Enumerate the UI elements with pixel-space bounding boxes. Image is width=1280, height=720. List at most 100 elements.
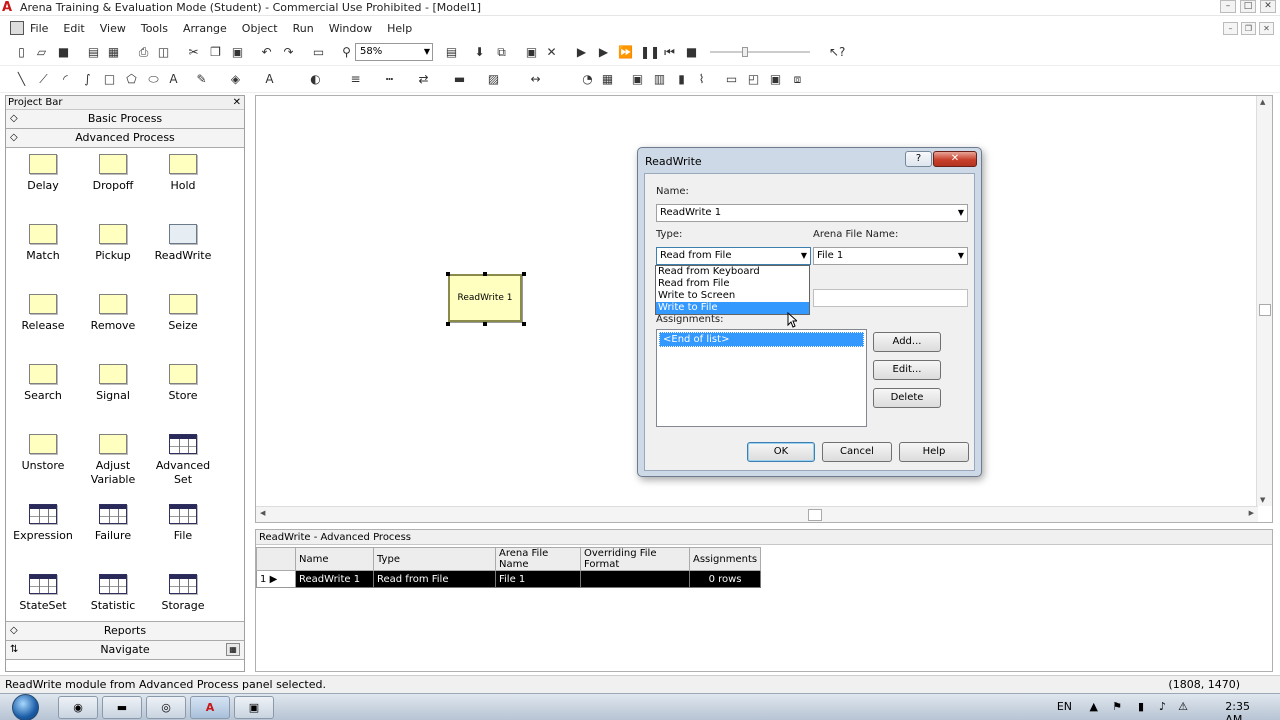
- ellipse-icon[interactable]: ⬭: [146, 72, 161, 87]
- zoom-select[interactable]: 58% ▼: [355, 43, 433, 61]
- connect-icon[interactable]: ⬇: [472, 45, 487, 60]
- route-icon[interactable]: ⧉: [494, 45, 509, 60]
- type-option-read-file[interactable]: Read from File: [656, 278, 809, 290]
- save-icon[interactable]: ■: [56, 45, 71, 60]
- type-combo[interactable]: Read from File ▼: [656, 247, 811, 265]
- list-item[interactable]: <End of list>: [659, 332, 864, 347]
- network-icon[interactable]: ⚑: [1112, 700, 1122, 713]
- module-dropoff[interactable]: Dropoff: [78, 154, 148, 193]
- line-style-icon[interactable]: ┅: [382, 72, 397, 87]
- calendar-icon[interactable]: ▦: [600, 72, 615, 87]
- start-button[interactable]: [6, 694, 46, 720]
- grid-icon[interactable]: ▦: [226, 643, 240, 656]
- mdi-restore-button[interactable]: ❐: [1241, 22, 1256, 35]
- module-pickup[interactable]: Pickup: [78, 224, 148, 263]
- box-icon[interactable]: □: [102, 72, 117, 87]
- column-header-name[interactable]: Name: [295, 547, 374, 571]
- menu-view[interactable]: View: [100, 22, 126, 35]
- module-expression[interactable]: Expression: [8, 504, 78, 543]
- step-icon[interactable]: ▶: [596, 45, 611, 60]
- assignments-list[interactable]: <End of list>: [656, 329, 867, 427]
- chevron-down-icon[interactable]: ▼: [801, 248, 807, 264]
- overriding-format-field[interactable]: [813, 289, 968, 307]
- animation-speed-slider[interactable]: [710, 47, 810, 57]
- clock-icon[interactable]: ◔: [580, 72, 595, 87]
- redo-icon[interactable]: ↷: [281, 45, 296, 60]
- transporter-icon[interactable]: ⧈: [790, 72, 805, 87]
- arena-taskbar-icon[interactable]: A: [190, 696, 230, 719]
- type-option-write-screen[interactable]: Write to Screen: [656, 290, 809, 302]
- polyline-icon[interactable]: ⟋: [36, 72, 51, 87]
- open-icon[interactable]: ▱: [34, 45, 49, 60]
- arrow-style-icon[interactable]: ⇄: [416, 72, 431, 87]
- security-icon[interactable]: ⚠: [1178, 700, 1188, 713]
- animate-connectors-icon[interactable]: ✕: [544, 45, 559, 60]
- module-storage[interactable]: Storage: [148, 574, 218, 613]
- resource-icon[interactable]: ◰: [746, 72, 761, 87]
- add-button[interactable]: Add...: [873, 332, 941, 352]
- template-attach-icon[interactable]: ▤: [86, 45, 101, 60]
- module-readwrite[interactable]: ReadWrite: [148, 224, 218, 263]
- menu-edit[interactable]: Edit: [63, 22, 84, 35]
- mdi-close-button[interactable]: ✕: [1259, 22, 1274, 35]
- module-statistic[interactable]: Statistic: [78, 574, 148, 613]
- menu-help[interactable]: Help: [387, 22, 412, 35]
- row-number[interactable]: 1 ▶: [256, 570, 296, 588]
- column-header-format[interactable]: Overriding File Format: [580, 547, 690, 571]
- column-header-file[interactable]: Arena File Name: [495, 547, 581, 571]
- panel-navigate[interactable]: ⇅ Navigate ▦: [6, 641, 244, 660]
- module-remove[interactable]: Remove: [78, 294, 148, 333]
- app-window-icon[interactable]: ▣: [234, 696, 274, 719]
- scroll-up-icon[interactable]: ▲: [1260, 98, 1265, 106]
- panel-advanced-process[interactable]: ◇ Advanced Process: [6, 129, 244, 148]
- layers-icon[interactable]: ▤: [444, 45, 459, 60]
- edit-button[interactable]: Edit...: [873, 360, 941, 380]
- cell-file[interactable]: File 1: [495, 570, 581, 588]
- battery-icon[interactable]: ▮: [1138, 700, 1144, 713]
- readwrite-module-shape[interactable]: ReadWrite 1: [448, 274, 522, 322]
- maximize-button[interactable]: □: [1240, 0, 1256, 13]
- explorer-icon[interactable]: ▬: [102, 696, 142, 719]
- plot-icon[interactable]: ⌇: [694, 72, 709, 87]
- show-dimensions-icon[interactable]: ↔: [528, 72, 543, 87]
- close-button[interactable]: ✕: [1260, 0, 1276, 13]
- fast-forward-icon[interactable]: ⏩: [618, 45, 633, 60]
- cut-icon[interactable]: ✂: [186, 45, 201, 60]
- scroll-down-icon[interactable]: ▼: [1260, 496, 1265, 504]
- delete-button[interactable]: Delete: [873, 388, 941, 408]
- module-unstore[interactable]: Unstore: [8, 434, 78, 473]
- histogram-icon[interactable]: ▮: [674, 72, 689, 87]
- selection-handle[interactable]: [446, 322, 450, 326]
- chevron-down-icon[interactable]: ▼: [958, 205, 964, 221]
- text-icon[interactable]: A: [166, 72, 181, 87]
- chevron-down-icon[interactable]: ▼: [958, 248, 964, 264]
- arena-file-name-combo[interactable]: File 1 ▼: [813, 247, 968, 265]
- end-icon[interactable]: ■: [684, 45, 699, 60]
- print-icon[interactable]: ⎙: [136, 45, 151, 60]
- menu-window[interactable]: Window: [329, 22, 372, 35]
- panel-basic-process[interactable]: ◇ Basic Process: [6, 110, 244, 129]
- variable-icon[interactable]: ▣: [630, 72, 645, 87]
- template-detach-icon[interactable]: ▦: [106, 45, 121, 60]
- selection-handle[interactable]: [522, 322, 526, 326]
- arc-icon[interactable]: ◜: [58, 72, 73, 87]
- name-combo[interactable]: ReadWrite 1 ▼: [656, 204, 968, 222]
- media-player-icon[interactable]: ◎: [146, 696, 186, 719]
- horizontal-scrollbar[interactable]: ◀ ▶: [256, 506, 1258, 522]
- menu-arrange[interactable]: Arrange: [183, 22, 227, 35]
- start-over-icon[interactable]: ⏮: [662, 45, 677, 60]
- selection-handle[interactable]: [483, 322, 487, 326]
- module-file[interactable]: File: [148, 504, 218, 543]
- line-icon[interactable]: ╲: [14, 72, 29, 87]
- menu-file[interactable]: File: [30, 22, 48, 35]
- selection-handle[interactable]: [483, 272, 487, 276]
- pause-icon[interactable]: ❚❚: [640, 45, 660, 60]
- module-hold[interactable]: Hold: [148, 154, 218, 193]
- line-color-icon[interactable]: ✎: [194, 72, 209, 87]
- module-stateset[interactable]: StateSet: [8, 574, 78, 613]
- selection-handle[interactable]: [446, 272, 450, 276]
- level-icon[interactable]: ▥: [652, 72, 667, 87]
- module-failure[interactable]: Failure: [78, 504, 148, 543]
- fill-color-icon[interactable]: ◈: [228, 72, 243, 87]
- type-dropdown-list[interactable]: Read from Keyboard Read from File Write …: [655, 265, 810, 315]
